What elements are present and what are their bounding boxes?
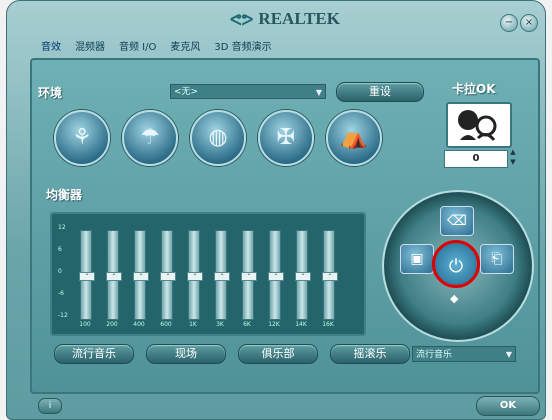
eq-slider-6k[interactable]: ⌃	[241, 230, 257, 320]
close-button[interactable]: ×	[520, 14, 538, 32]
eq-freq-label: 16K	[322, 321, 334, 328]
chevron-down-icon: ▼	[505, 350, 512, 359]
decrement-arrow-icon[interactable]: ▼	[508, 158, 518, 166]
eq-freq-label: 400	[133, 321, 145, 328]
arena-icon[interactable]: ✠	[258, 110, 314, 166]
equalizer-label: 均衡器	[46, 188, 83, 202]
eq-slider-knob[interactable]: ⌃	[268, 271, 284, 281]
eq-scale-tick: 12	[58, 224, 66, 231]
load-icon[interactable]: ⎗	[480, 244, 514, 274]
preset-club-button[interactable]: 俱乐部	[238, 344, 318, 364]
tab-sound-effects[interactable]: 音效	[34, 38, 68, 58]
preset-live-button[interactable]: 现场	[146, 344, 226, 364]
eq-freq-label: 14K	[295, 321, 307, 328]
eq-freq-label: 12K	[268, 321, 280, 328]
preset-select-value: 流行音乐	[416, 350, 453, 360]
tab-audio-io[interactable]: 音频 I/O	[112, 38, 163, 58]
eq-slider-knob[interactable]: ⌃	[322, 271, 338, 281]
karaoke-label: 卡拉OK	[452, 82, 496, 96]
eq-slider-3k[interactable]: ⌃	[214, 230, 230, 320]
eq-scale-tick: 6	[58, 246, 62, 253]
eq-slider-400[interactable]: ⌃	[133, 230, 149, 320]
minimize-button[interactable]: −	[500, 14, 518, 32]
eq-slider-600[interactable]: ⌃	[160, 230, 176, 320]
save-icon[interactable]: ▣	[400, 244, 434, 274]
eq-slider-200[interactable]: ⌃	[106, 230, 122, 320]
eq-slider-1k[interactable]: ⌃	[187, 230, 203, 320]
eq-freq-label: 6K	[243, 321, 251, 328]
eq-slider-14k[interactable]: ⌃	[295, 230, 311, 320]
eq-freq-label: 200	[106, 321, 118, 328]
eq-scale-tick: -12	[58, 312, 68, 319]
eq-freq-label: 3K	[216, 321, 224, 328]
eq-slider-100[interactable]: ⌃	[79, 230, 95, 320]
stadium-icon[interactable]: ◍	[190, 110, 246, 166]
eq-freq-label: 600	[160, 321, 172, 328]
eq-slider-knob[interactable]: ⌃	[241, 271, 257, 281]
tab-3d-audio-demo[interactable]: 3D 音频演示	[207, 38, 278, 58]
environment-select[interactable]: <无> ▼	[170, 84, 326, 99]
arrow-down-icon: ◆	[450, 292, 459, 305]
karaoke-singer-icon	[446, 102, 512, 148]
eq-freq-label: 1K	[189, 321, 197, 328]
karaoke-value-field[interactable]: 0	[444, 150, 508, 168]
tab-mixer[interactable]: 混频器	[68, 38, 112, 58]
eq-slider-knob[interactable]: ⌃	[187, 271, 203, 281]
preset-rock-button[interactable]: 摇滚乐	[330, 344, 410, 364]
eraser-icon[interactable]: ⌫	[440, 206, 474, 236]
eq-slider-knob[interactable]: ⌃	[295, 271, 311, 281]
power-icon[interactable]: ⏻	[432, 240, 480, 288]
brand-text: REALTEK	[258, 9, 340, 28]
bathroom-icon[interactable]: ☂	[122, 110, 178, 166]
stage-icon[interactable]: ⚘	[54, 110, 110, 166]
environment-select-value: <无>	[174, 87, 199, 97]
eq-freq-label: 100	[79, 321, 91, 328]
eq-slider-knob[interactable]: ⌃	[214, 271, 230, 281]
eq-scale-tick: -6	[58, 290, 64, 297]
eq-slider-12k[interactable]: ⌃	[268, 230, 284, 320]
eq-slider-knob[interactable]: ⌃	[79, 271, 95, 281]
tab-bar: 音效 混频器 音频 I/O 麦克风 3D 音频演示	[34, 38, 354, 58]
equalizer-box: 12 6 0 -6 -12 ⌃ 100 ⌃ 200 ⌃ 400 ⌃ 600 ⌃ 1K ⌃ 3K ⌃ 6K ⌃…	[50, 212, 366, 336]
eq-scale-tick: 0	[58, 268, 62, 275]
eq-slider-16k[interactable]: ⌃	[322, 230, 338, 320]
realtek-logo: ᕙᕗ REALTEK	[230, 6, 340, 32]
ok-button[interactable]: OK	[476, 396, 540, 416]
preset-pop-button[interactable]: 流行音乐	[54, 344, 134, 364]
info-button[interactable]: i	[38, 398, 62, 414]
reset-button[interactable]: 重设	[336, 82, 424, 102]
crab-logo-icon: ᕙᕗ	[230, 12, 254, 29]
environment-label: 环境	[38, 86, 63, 100]
eq-slider-knob[interactable]: ⌃	[160, 271, 176, 281]
preset-select[interactable]: 流行音乐 ▼	[412, 346, 516, 362]
realtek-window: ᕙᕗ REALTEK − × 音效 混频器 音频 I/O 麦克风 3D 音频演示…	[6, 0, 546, 420]
eq-scale: 12 6 0 -6 -12	[58, 224, 72, 324]
opera-house-icon[interactable]: ⛺	[326, 110, 382, 166]
increment-arrow-icon[interactable]: ▲	[508, 148, 518, 156]
eq-slider-knob[interactable]: ⌃	[133, 271, 149, 281]
eq-slider-knob[interactable]: ⌃	[106, 271, 122, 281]
tab-microphone[interactable]: 麦克风	[163, 38, 207, 58]
chevron-down-icon: ▼	[315, 88, 322, 97]
